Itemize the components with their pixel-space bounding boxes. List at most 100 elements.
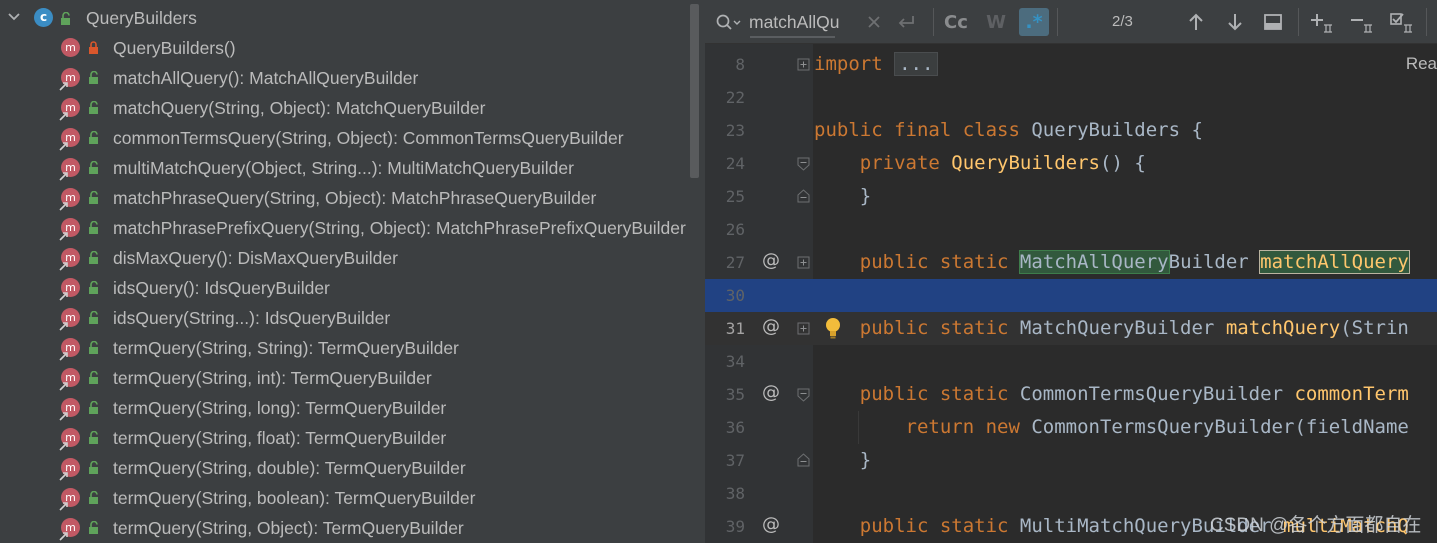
override-arrow-icon — [59, 532, 68, 541]
method-signature: matchPhraseQuery(String, Object): MatchP… — [113, 188, 597, 208]
filter-search-results-button[interactable] — [1258, 8, 1288, 36]
code-token: import — [814, 53, 895, 75]
find-input[interactable] — [749, 9, 850, 35]
method-signature: matchAllQuery(): MatchAllQueryBuilder — [113, 68, 419, 88]
fold-expand-icon[interactable] — [797, 57, 810, 72]
code-line[interactable]: 26 — [705, 213, 1437, 246]
search-icon[interactable] — [715, 12, 741, 32]
structure-panel: c QueryBuilders m QueryBuilders() m matchAl… — [0, 0, 705, 543]
override-arrow-icon — [59, 472, 68, 481]
separator — [1426, 8, 1427, 36]
remove-selection-icon — [1351, 19, 1372, 33]
code-line[interactable]: 22 — [705, 81, 1437, 114]
arrow-down-icon — [1228, 14, 1242, 31]
tree-row-method[interactable]: m idsQuery(String...): IdsQueryBuilder — [0, 302, 705, 332]
code-token: MatchQueryBuilder — [1019, 317, 1226, 339]
tree-row-method[interactable]: m termQuery(String, Object): TermQueryBui… — [0, 512, 705, 542]
implements-marker-icon[interactable]: @ — [762, 316, 780, 337]
public-lock-icon — [89, 281, 98, 294]
separator — [1298, 8, 1299, 36]
tree-row-method[interactable]: m termQuery(String, long): TermQueryBuild… — [0, 392, 705, 422]
method-icon: m — [61, 38, 80, 57]
watermark: CSDN @各个方面都自在 — [1210, 515, 1422, 536]
code-line[interactable]: 38 — [705, 477, 1437, 510]
chevron-down-icon[interactable] — [6, 9, 22, 25]
tree-row-method[interactable]: m idsQuery(): IdsQueryBuilder — [0, 272, 705, 302]
structure-scrollbar[interactable] — [690, 4, 699, 178]
override-arrow-icon — [59, 172, 68, 181]
tree-row-method[interactable]: m matchAllQuery(): MatchAllQueryBuilder — [0, 62, 705, 92]
fold-expand-icon[interactable] — [797, 255, 810, 270]
override-arrow-icon — [59, 292, 68, 301]
code-text: public static CommonTermsQueryBuilder co… — [814, 383, 1409, 405]
previous-occurrence-button[interactable] — [1181, 8, 1211, 36]
code-token: return new — [814, 416, 1032, 438]
next-occurrence-button[interactable] — [1220, 8, 1250, 36]
code-token: public static — [814, 383, 1020, 405]
tree-row-method[interactable]: m termQuery(String, int): TermQueryBuilde… — [0, 362, 705, 392]
code-text: public static MatchQueryBuilder matchQue… — [814, 317, 1409, 339]
code-line[interactable]: 37 } — [705, 444, 1437, 477]
tree-row-method[interactable]: m multiMatchQuery(Object, String...): Mul… — [0, 152, 705, 182]
match-case-button[interactable]: Cc — [941, 8, 971, 36]
replace-toggle-button[interactable] — [891, 8, 921, 36]
regex-button[interactable]: .* — [1019, 8, 1049, 36]
code-line[interactable]: 30 — [705, 279, 1437, 312]
fold-end-icon[interactable] — [797, 453, 810, 468]
tree-row-method[interactable]: m commonTermsQuery(String, Object): Commo… — [0, 122, 705, 152]
implements-marker-icon[interactable]: @ — [762, 250, 780, 271]
method-signature: QueryBuilders() — [113, 38, 236, 58]
code-line[interactable]: 34 — [705, 345, 1437, 378]
words-button[interactable]: W — [981, 8, 1011, 36]
code-token: CommonTermsQueryBuilder(fieldName — [1031, 416, 1409, 438]
line-number: 27 — [725, 253, 745, 272]
code-token: QueryBuilders { — [1031, 119, 1203, 141]
public-lock-icon — [89, 371, 98, 384]
method-signature: termQuery(String, Object): TermQueryBuil… — [113, 518, 464, 538]
separator — [1057, 8, 1058, 36]
public-lock-icon — [89, 161, 98, 174]
tree-row-method[interactable]: m termQuery(String, float): TermQueryBuil… — [0, 422, 705, 452]
fold-collapse-icon[interactable] — [797, 156, 810, 171]
code-line[interactable]: 8 import ... — [705, 48, 1437, 81]
method-signature: matchPhrasePrefixQuery(String, Object): … — [113, 218, 686, 238]
override-arrow-icon — [59, 142, 68, 151]
fold-collapse-icon[interactable] — [797, 387, 810, 402]
public-lock-icon — [89, 311, 98, 324]
fold-expand-icon[interactable] — [797, 321, 810, 336]
code-token: CommonTermsQueryBuilder — [1019, 383, 1295, 405]
implements-marker-icon[interactable]: @ — [762, 382, 780, 403]
tree-row-method[interactable]: m QueryBuilders() — [0, 32, 705, 62]
select-all-occurrences-button[interactable] — [1386, 8, 1416, 36]
code-line[interactable]: 36 return new CommonTermsQueryBuilder(fi… — [705, 411, 1437, 444]
code-text: } — [814, 185, 871, 207]
code-token: } — [814, 185, 872, 207]
tree-row-method[interactable]: m matchPhraseQuery(String, Object): Match… — [0, 182, 705, 212]
code-line[interactable]: 31 @ public static MatchQueryBuilder matc… — [705, 312, 1437, 345]
find-input-underline — [750, 36, 835, 38]
public-lock-icon — [89, 341, 98, 354]
override-arrow-icon — [59, 352, 68, 361]
reader-mode-label[interactable]: Rea — [1406, 54, 1437, 74]
tree-row-method[interactable]: m termQuery(String, String): TermQueryBui… — [0, 332, 705, 362]
tree-row-method[interactable]: m matchQuery(String, Object): MatchQueryB… — [0, 92, 705, 122]
code-line[interactable]: 25 } — [705, 180, 1437, 213]
tree-row-method[interactable]: m disMaxQuery(): DisMaxQueryBuilder — [0, 242, 705, 272]
tree-row-method[interactable]: m matchPhrasePrefixQuery(String, Object):… — [0, 212, 705, 242]
add-occurrence-button[interactable] — [1306, 8, 1336, 36]
code-token: Builder — [1168, 251, 1261, 273]
tree-row-method[interactable]: m termQuery(String, double): TermQueryBui… — [0, 452, 705, 482]
line-number: 26 — [725, 220, 745, 239]
code-editor[interactable]: Cc W .* 2/3 — [705, 0, 1437, 543]
tree-row-method[interactable]: m termQuery(String, boolean): TermQueryBu… — [0, 482, 705, 512]
tree-row-class[interactable]: c QueryBuilders — [0, 2, 705, 32]
clear-search-button[interactable] — [859, 8, 889, 36]
code-line[interactable]: 23 public final class QueryBuilders { — [705, 114, 1437, 147]
remove-occurrence-button[interactable] — [1346, 8, 1376, 36]
implements-marker-icon[interactable]: @ — [762, 514, 780, 535]
code-line[interactable]: 27 @ public static MatchAllQueryBuilder m… — [705, 246, 1437, 279]
fold-end-icon[interactable] — [797, 189, 810, 204]
code-line[interactable]: 35 @ public static CommonTermsQueryBuilde… — [705, 378, 1437, 411]
private-lock-icon — [89, 41, 98, 54]
code-line[interactable]: 24 private QueryBuilders() { — [705, 147, 1437, 180]
